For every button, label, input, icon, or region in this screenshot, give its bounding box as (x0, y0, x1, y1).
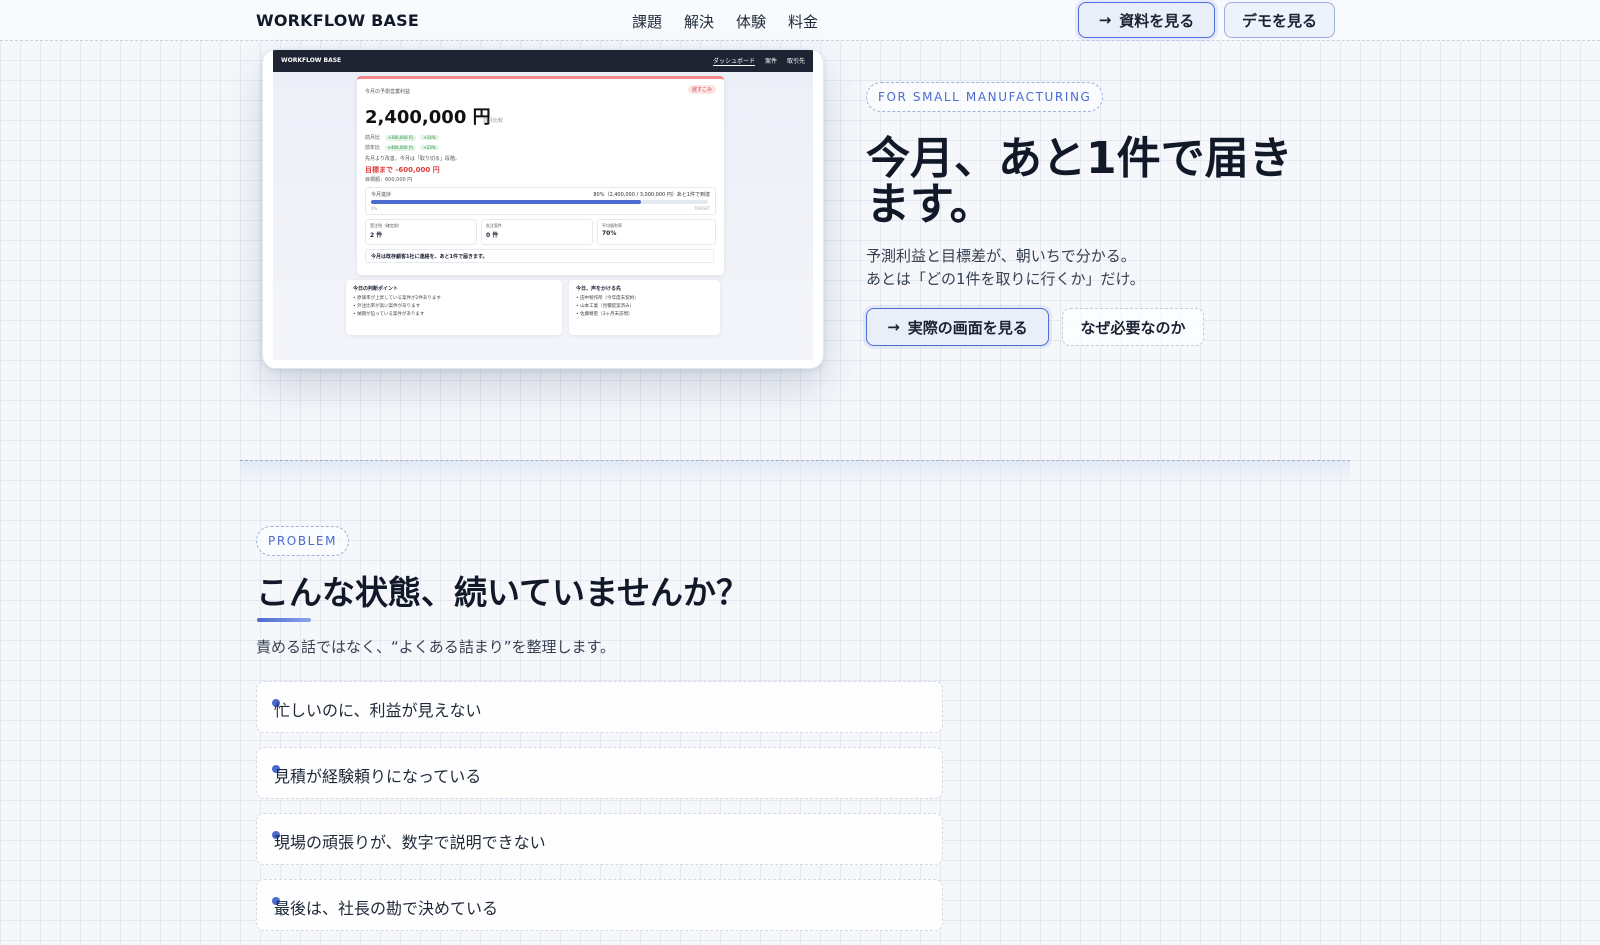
mockup-row-mom-pill-pct: +14% (420, 135, 439, 140)
problem-item-text: 忙しいのに、利益が見えない (274, 701, 482, 720)
nav-link-pricing[interactable]: 料金 (788, 11, 818, 32)
problem-item-text: 最後は、社長の勘で決めている (274, 899, 499, 918)
problem-item: 見積が経験頼りになっている (256, 747, 943, 799)
problem-item-text: 現場の頑張りが、数字で説明できない (274, 833, 546, 852)
site-header: WORKFLOW BASE 課題 解決 体験 料金 → 資料を見る デモを見る (0, 0, 1600, 41)
problem-list: 忙しいのに、利益が見えない 見積が経験頼りになっている 現場の頑張りが、数字で説… (256, 681, 943, 945)
mockup-stat-3-label: 平均粗利率 (602, 223, 622, 228)
problem-item-text: 見積が経験頼りになっている (274, 767, 482, 786)
mockup-stat-2-value: 0 件 (486, 232, 499, 239)
mockup-progress-left: 0% (371, 206, 378, 211)
mockup-topbar: WORKFLOW BASE ダッシュボード 案件 取引先 (273, 50, 813, 72)
mockup-amount: 2,400,000 円 (365, 107, 491, 128)
why-needed-button[interactable]: なぜ必要なのか (1062, 308, 1204, 346)
mockup-panel-decision-item: • 外注比率が高い案件があります (353, 304, 421, 309)
mockup-row-yoy: 前年比 +460,000 円 +23% (365, 144, 439, 151)
arrow-right-icon: → (1098, 11, 1112, 29)
problem-item: 最後は、社長の勘で決めている (256, 879, 943, 931)
mockup-stat-2-label: 失注案件 (486, 223, 502, 228)
problem-tag: PROBLEM (256, 526, 350, 556)
mockup-panel-contacts-item: • 山本工業（見積提案済み） (576, 304, 635, 309)
mockup-row-yoy-pill-pct: +23% (420, 145, 439, 150)
problem-description: 責める話ではなく、“よくある詰まり”を整理します。 (256, 638, 616, 656)
mockup-amount-note: 前月比較 (483, 118, 504, 124)
nav-link-experience[interactable]: 体験 (736, 11, 766, 32)
mockup-progress-right: TARGET (694, 206, 710, 211)
hero-tag: FOR SMALL MANUFACTURING (866, 82, 1104, 112)
view-materials-button[interactable]: → 資料を見る (1078, 2, 1215, 38)
problem-item: 忙しいのに、利益が見えない (256, 681, 943, 733)
mockup-nav-projects: 案件 (764, 58, 777, 65)
mockup-progress-box: 今月進捗 80%（2,400,000 / 3,000,000 円）あと1件で到達… (365, 187, 716, 215)
mockup-row-mom-pill: +300,000 円 (384, 135, 416, 141)
mockup-panel-decision-title: 今日の判断ポイント (353, 286, 399, 292)
mockup-stat-1: 受注残（確定前） 2 件 (365, 219, 477, 245)
mockup-panel-contacts-item: • 佐藤精密（3ヶ月未訪問） (576, 312, 633, 317)
mockup-status-badge: 遅すこみ (687, 85, 716, 94)
mockup-row-mom-label: 前月比 (365, 135, 381, 141)
mockup-progress-fill (371, 200, 641, 204)
why-needed-label: なぜ必要なのか (1080, 318, 1186, 337)
nav-link-problem[interactable]: 課題 (632, 11, 662, 32)
view-demo-label: デモを見る (1241, 11, 1317, 30)
see-actual-screen-label: 実際の画面を見る (907, 318, 1028, 337)
title-underline (257, 618, 311, 622)
mockup-message: 先月より改善。今月は「取り切る」段階。 (365, 156, 460, 162)
section-divider (240, 460, 1350, 485)
mockup-row-mom: 前月比 +300,000 円 +14% (365, 134, 439, 141)
mockup-panel-contacts: 今日、声をかける先 • 田中製作所（今年度未契約） • 山本工業（見積提案済み）… (569, 280, 720, 335)
mockup-panel-decision-item: • 原価率が上昇している案件が2件あります (353, 296, 441, 301)
hero-subtitle: 予測利益と目標差が、朝いちで分かる。 あとは「どの1件を取りに行くか」だけ。 (866, 245, 1145, 291)
hero-subtitle-line-2: あとは「どの1件を取りに行くか」だけ。 (866, 270, 1145, 288)
mockup-nav: ダッシュボード 案件 取引先 (712, 56, 805, 66)
see-actual-screen-button[interactable]: → 実際の画面を見る (866, 308, 1049, 346)
mockup-progress-label: 今月進捗 (371, 192, 392, 198)
mockup-row-yoy-pill: +460,000 円 (384, 145, 416, 151)
mockup-profit-card: 今月の予測営業利益 遅すこみ 2,400,000 円 前月比較 前月比 +300… (357, 76, 724, 275)
mockup-target-line: 目標額：600,000 円 (365, 177, 413, 183)
mockup-panel-decision-item: • 納期が迫っている案件があります (353, 312, 425, 317)
mockup-notice: 今月は既存顧客1社に連絡を、あと1件で届きます。 (365, 249, 714, 263)
brand-logo[interactable]: WORKFLOW BASE (256, 11, 419, 30)
mockup-nav-dashboard: ダッシュボード (712, 58, 755, 66)
mockup-panel-contacts-item: • 田中製作所（今年度未契約） (576, 296, 639, 301)
mockup-gap-line: 目標まで -600,000 円 (365, 166, 440, 174)
nav-link-solution[interactable]: 解決 (684, 11, 714, 32)
mockup-stat-1-value: 2 件 (370, 232, 383, 239)
mockup-stat-1-label: 受注残（確定前） (370, 223, 402, 228)
hero-subtitle-line-1: 予測利益と目標差が、朝いちで分かる。 (866, 247, 1136, 265)
mockup-stat-3: 平均粗利率 70% (597, 219, 716, 245)
mockup-brand: WORKFLOW BASE (281, 57, 342, 64)
mockup-progress-track (371, 200, 708, 204)
view-materials-label: 資料を見る (1119, 11, 1195, 30)
mockup-panel-contacts-title: 今日、声をかける先 (576, 286, 622, 292)
mockup-stat-3-value: 70% (602, 230, 617, 237)
mockup-nav-clients: 取引先 (786, 58, 805, 65)
arrow-right-icon: → (887, 318, 900, 336)
mockup-panel-decision: 今日の判断ポイント • 原価率が上昇している案件が2件あります • 外注比率が高… (346, 280, 562, 335)
view-demo-button[interactable]: デモを見る (1224, 2, 1335, 38)
mockup-progress-text: 80%（2,400,000 / 3,000,000 円）あと1件で到達 (593, 192, 710, 198)
problem-item: 現場の頑張りが、数字で説明できない (256, 813, 943, 865)
hero-title: 今月、あと1件で届きます。 (866, 133, 1293, 230)
mockup-card-label: 今月の予測営業利益 (365, 89, 411, 95)
problem-title: こんな状態、続いていませんか？ (256, 573, 750, 612)
mockup-stat-2: 失注案件 0 件 (481, 219, 593, 245)
main-nav: 課題 解決 体験 料金 (632, 11, 818, 32)
mockup-row-yoy-label: 前年比 (365, 145, 381, 151)
